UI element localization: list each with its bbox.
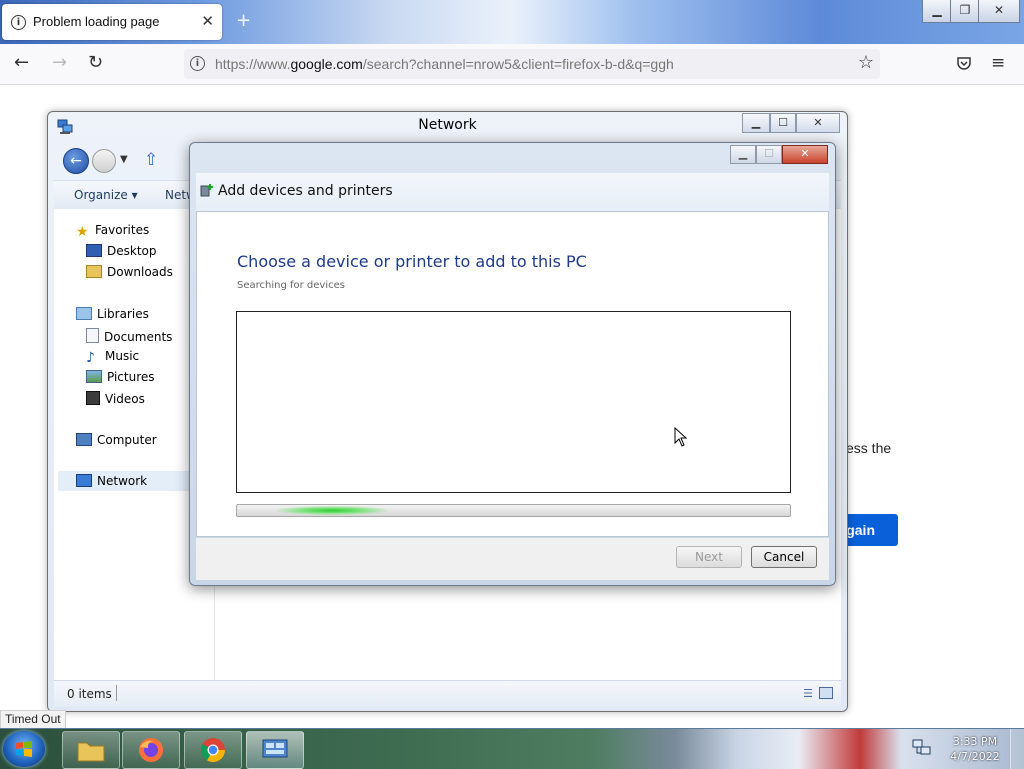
computer-icon: [76, 433, 92, 446]
nav-item-videos[interactable]: Videos: [86, 391, 145, 406]
close-window-icon[interactable]: ✕: [978, 0, 1020, 23]
nav-item-network[interactable]: Network: [58, 471, 206, 491]
devices-icon: [262, 739, 288, 758]
up-arrow-icon[interactable]: ⇧: [144, 150, 158, 170]
details-view-icon[interactable]: ☰: [803, 687, 813, 700]
nav-item-documents[interactable]: Documents: [86, 328, 172, 344]
mouse-cursor-icon: [674, 427, 688, 447]
nav-item-pictures[interactable]: Pictures: [86, 370, 155, 384]
dialog-content: Choose a device or printer to add to thi…: [196, 211, 829, 537]
status-tooltip: Timed Out: [0, 710, 66, 729]
bookmark-star-icon[interactable]: ☆: [858, 52, 874, 73]
desktop-icon: [86, 244, 102, 257]
back-arrow-icon[interactable]: ←: [14, 52, 29, 73]
large-icons-view-icon[interactable]: [819, 687, 833, 699]
firefox-icon: [139, 738, 163, 762]
clock-date: 4/7/2022: [950, 750, 1000, 763]
nav-item-music[interactable]: ♪ Music: [86, 349, 139, 366]
next-button[interactable]: Next: [676, 546, 742, 568]
folder-icon: [77, 742, 105, 762]
browser-nav-bar: ← → ↻ i https://www.google.com/search?ch…: [0, 44, 1024, 85]
minimize-icon[interactable]: ▁: [742, 113, 770, 133]
tab-close-icon[interactable]: ✕: [201, 12, 214, 30]
chrome-icon: [200, 738, 225, 763]
organize-button[interactable]: Organize ▾: [74, 188, 138, 202]
videos-icon: [86, 391, 100, 405]
close-icon[interactable]: ✕: [782, 145, 828, 164]
dialog-footer: Next Cancel: [196, 538, 829, 580]
device-list[interactable]: [236, 311, 791, 493]
star-icon: ★: [76, 224, 89, 240]
firefox-taskbar-button[interactable]: [122, 731, 180, 769]
pocket-icon[interactable]: [956, 56, 972, 72]
status-divider: [116, 685, 117, 701]
network-tray-icon[interactable]: [912, 739, 932, 757]
add-device-icon: [200, 184, 213, 197]
window-title: Network: [418, 117, 477, 133]
forward-button[interactable]: [92, 149, 116, 173]
network-icon: [76, 474, 92, 487]
forward-arrow-icon[interactable]: →: [52, 52, 67, 73]
search-progress-bar: [236, 504, 791, 517]
close-icon[interactable]: ✕: [796, 113, 840, 133]
add-devices-dialog: ▁ ☐ ✕ Add devices and printers Choose a …: [189, 142, 836, 586]
reload-icon[interactable]: ↻: [88, 52, 103, 73]
chrome-taskbar-button[interactable]: [184, 731, 242, 769]
explorer-taskbar-button[interactable]: [62, 731, 120, 769]
dialog-title: Add devices and printers: [218, 183, 393, 199]
nav-item-libraries[interactable]: Libraries: [76, 307, 149, 321]
system-clock[interactable]: 3:33 PM 4/7/2022: [944, 734, 1006, 764]
url-text: https://www.google.com/search?channel=nr…: [215, 56, 674, 72]
browser-tab-bar: i Problem loading page ✕ + ▁ ❐ ✕: [0, 0, 1024, 44]
searching-status: Searching for devices: [237, 280, 345, 291]
minimize-icon[interactable]: ▁: [922, 0, 952, 23]
start-button[interactable]: [3, 731, 45, 767]
url-bar[interactable]: i https://www.google.com/search?channel=…: [184, 49, 880, 79]
status-bar: 0 items ☰: [54, 680, 841, 707]
windows-logo-icon: [16, 741, 32, 757]
new-tab-icon[interactable]: +: [236, 10, 251, 31]
minimize-icon[interactable]: ▁: [730, 145, 756, 164]
clock-time: 3:33 PM: [952, 735, 998, 748]
taskbar: 3:33 PM 4/7/2022: [0, 728, 1024, 769]
downloads-folder-icon: [86, 265, 102, 278]
error-text-fragment: ess the: [846, 440, 892, 456]
recent-pages-dropdown-icon[interactable]: ▼: [120, 154, 128, 165]
documents-icon: [86, 328, 99, 343]
progress-glow: [277, 506, 387, 515]
nav-item-favorites[interactable]: ★ Favorites: [76, 223, 149, 240]
nav-item-computer[interactable]: Computer: [76, 433, 157, 447]
item-count: 0 items: [67, 687, 112, 701]
maximize-icon: ☐: [756, 145, 782, 164]
maximize-icon[interactable]: ☐: [770, 113, 796, 133]
cancel-button[interactable]: Cancel: [751, 546, 817, 568]
music-icon: ♪: [86, 350, 95, 366]
pictures-icon: [86, 370, 102, 383]
dialog-heading: Choose a device or printer to add to thi…: [237, 252, 587, 271]
info-icon: i: [11, 15, 26, 30]
menu-icon[interactable]: ≡: [991, 53, 1005, 73]
dialog-header: Add devices and printers: [196, 173, 829, 211]
back-button[interactable]: ←: [63, 148, 89, 174]
show-desktop-button[interactable]: [1010, 729, 1024, 769]
tab-title: Problem loading page: [33, 14, 160, 29]
site-info-icon[interactable]: i: [190, 56, 205, 71]
nav-item-downloads[interactable]: Downloads: [86, 265, 173, 279]
restore-icon[interactable]: ❐: [950, 0, 980, 23]
control-panel-taskbar-button[interactable]: [246, 731, 304, 769]
libraries-icon: [76, 307, 92, 320]
browser-tab[interactable]: i Problem loading page ✕: [2, 4, 222, 40]
nav-item-desktop[interactable]: Desktop: [86, 244, 157, 258]
